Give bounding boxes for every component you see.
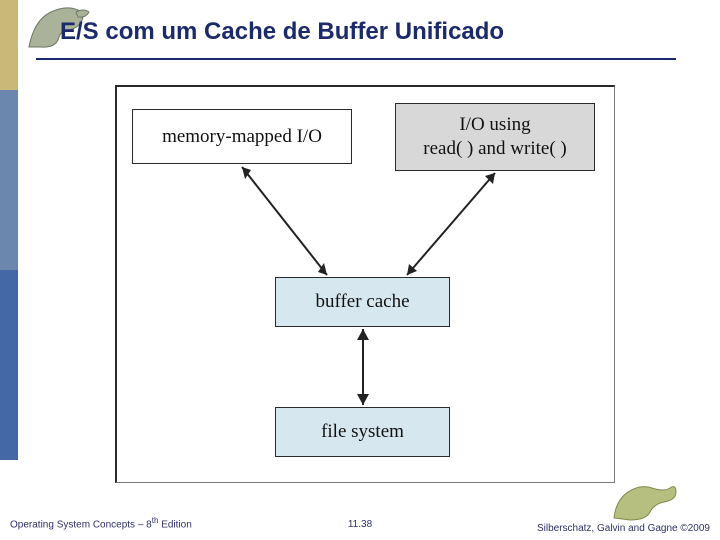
footer-authors: Silberschatz, Galvin and Gagne ©2009 xyxy=(537,523,710,534)
node-io-read-write: I/O using read( ) and write( ) xyxy=(395,103,595,171)
sidebar-blue-block-lower xyxy=(0,270,18,460)
node-buffer-cache: buffer cache xyxy=(275,277,450,327)
title-underline xyxy=(36,58,676,60)
diagram-frame: memory-mapped I/O I/O using read( ) and … xyxy=(115,85,615,483)
node-label: buffer cache xyxy=(315,290,409,314)
sidebar-gold-block xyxy=(0,0,18,90)
slide-title: E/S com um Cache de Buffer Unificado xyxy=(60,18,504,46)
node-memory-mapped-io: memory-mapped I/O xyxy=(132,109,352,164)
node-label: memory-mapped I/O xyxy=(162,125,322,149)
slide: E/S com um Cache de Buffer Unificado mem… xyxy=(0,0,720,540)
dinosaur-bottom-icon xyxy=(610,478,680,522)
diagram: memory-mapped I/O I/O using read( ) and … xyxy=(117,87,614,482)
node-file-system: file system xyxy=(275,407,450,457)
node-label: I/O using read( ) and write( ) xyxy=(423,113,566,161)
node-label: file system xyxy=(321,420,404,444)
sidebar-blue-block-upper xyxy=(0,90,18,270)
